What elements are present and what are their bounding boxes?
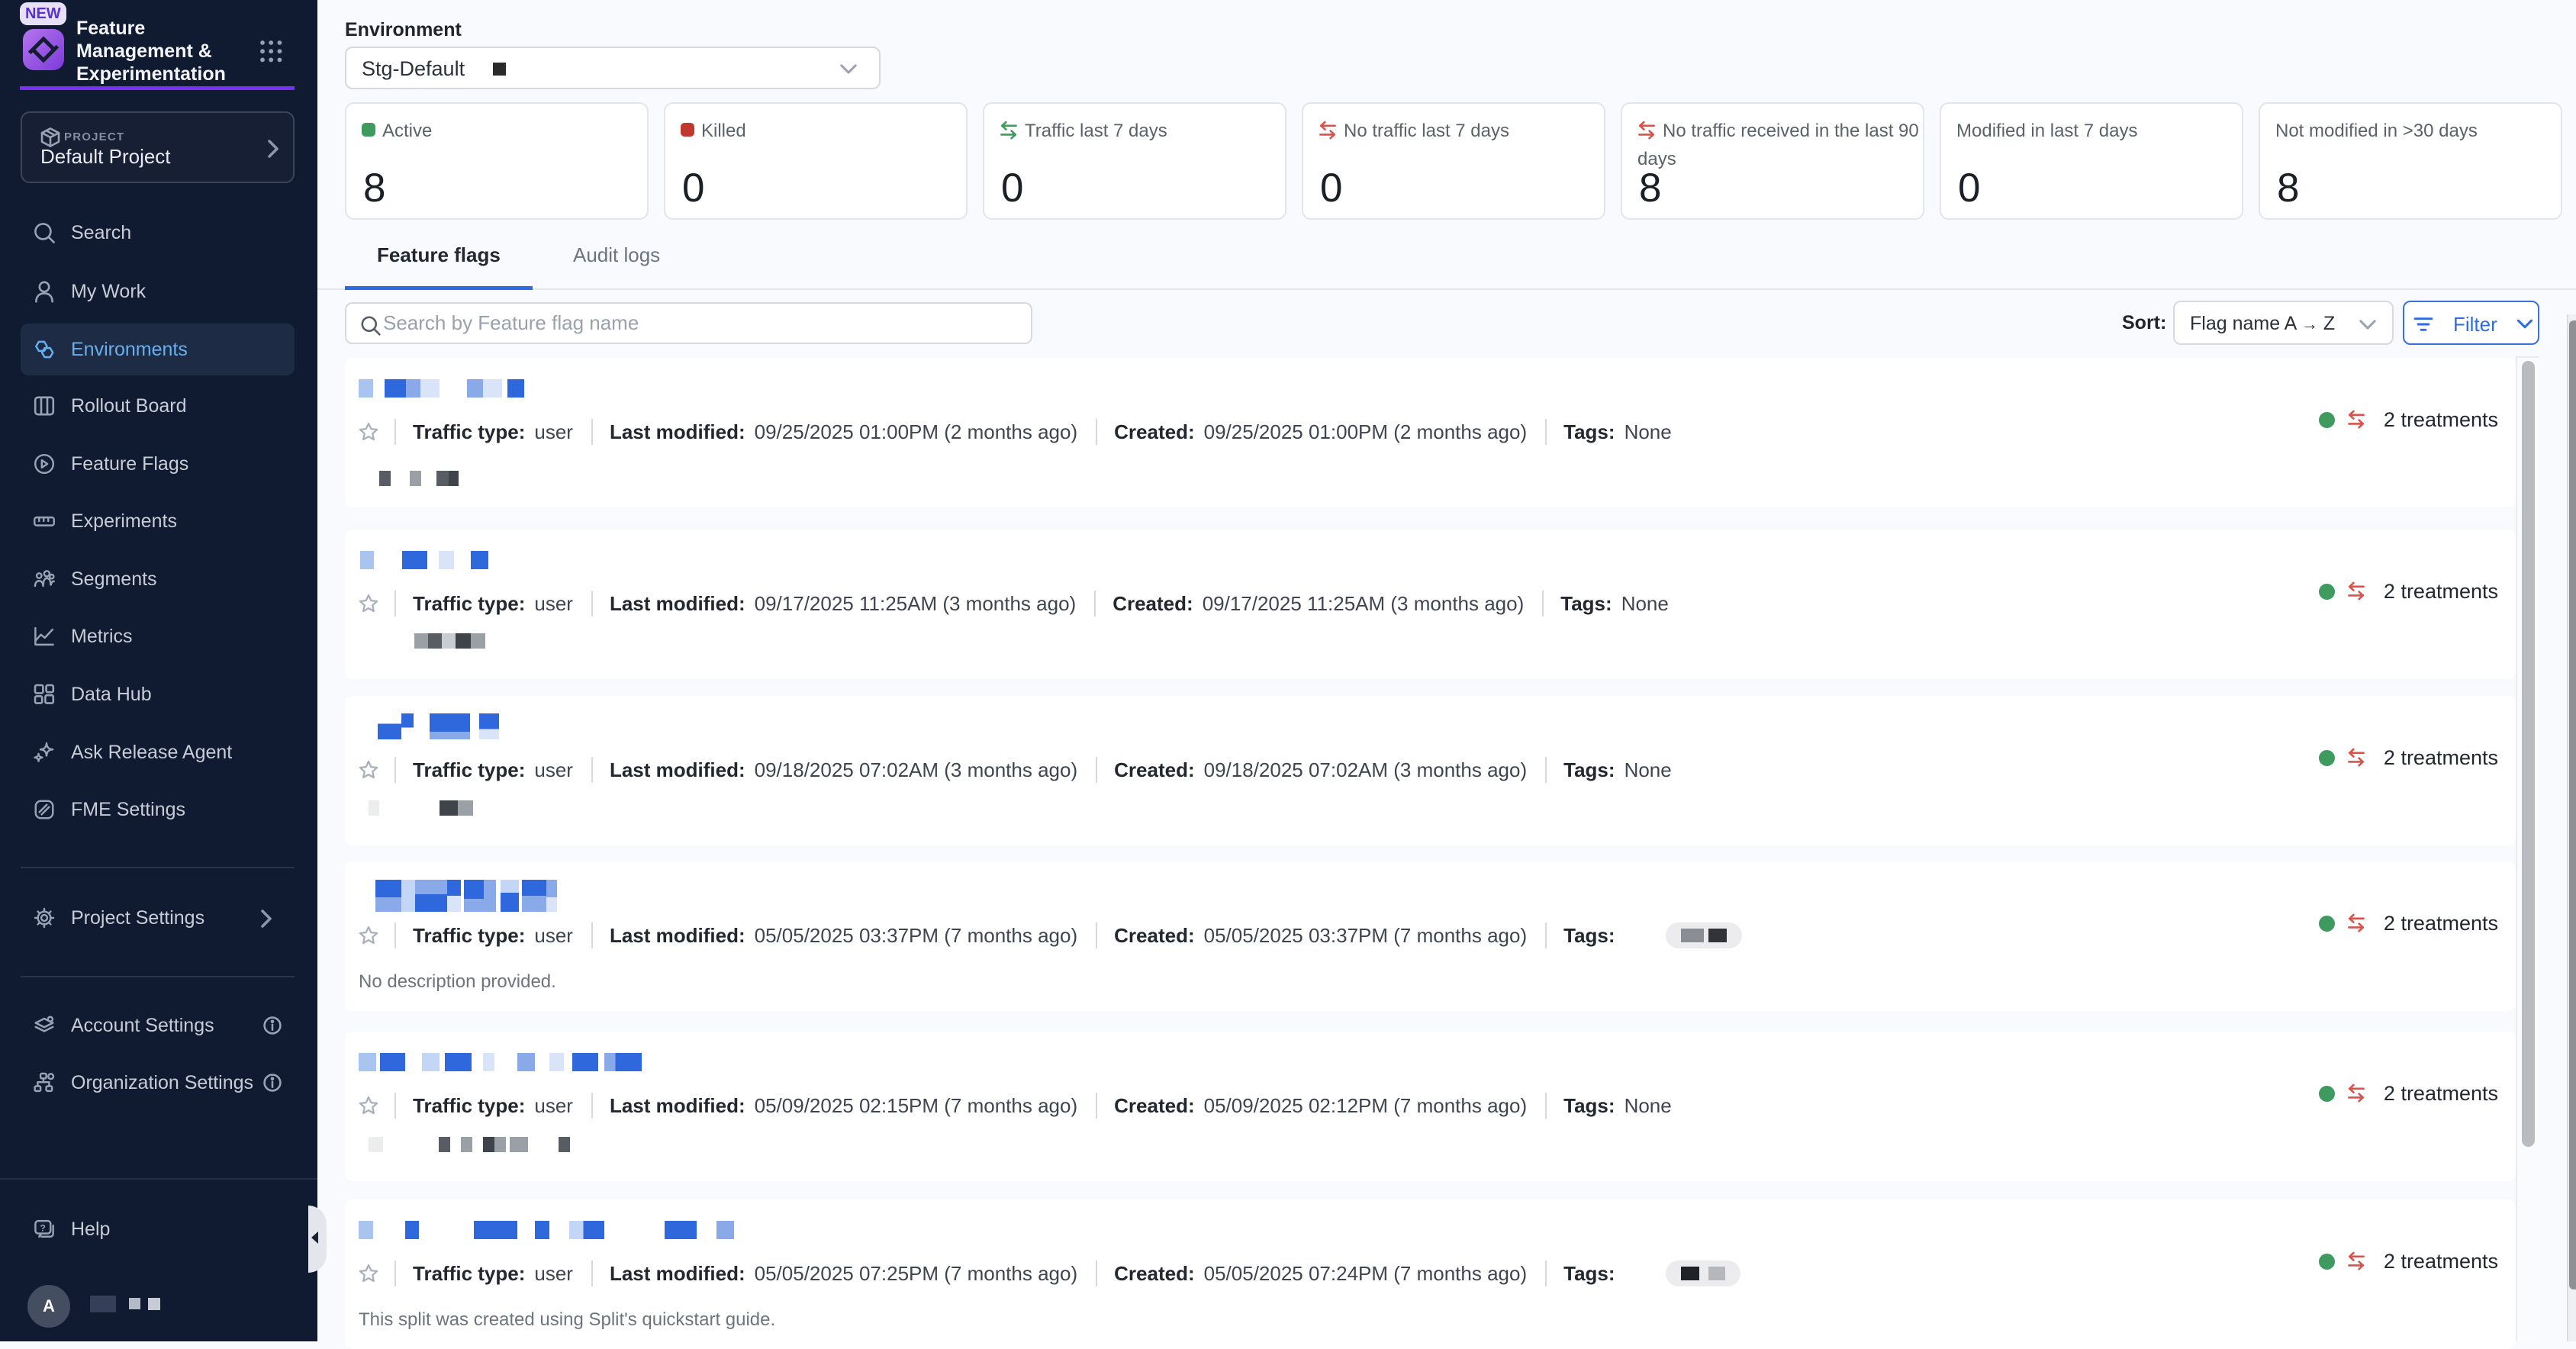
svg-text:?: ?: [40, 1222, 45, 1233]
